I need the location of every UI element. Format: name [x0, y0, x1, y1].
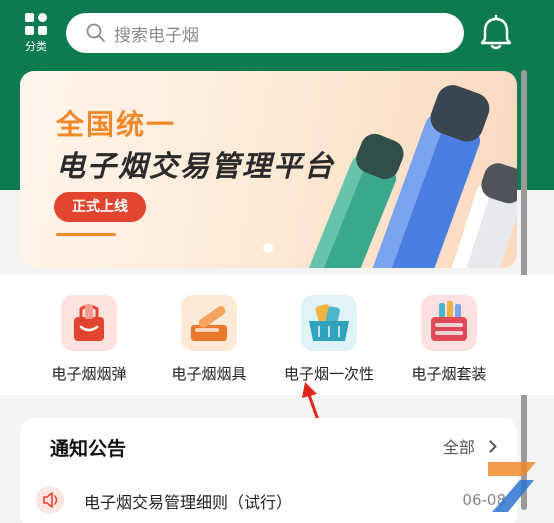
watermark-logo	[488, 462, 536, 512]
cartridge-bag-icon	[61, 295, 117, 351]
banner-badge[interactable]: 正式上线	[54, 192, 146, 222]
category-item-disposable[interactable]: 电子烟一次性	[274, 295, 384, 384]
notice-item[interactable]: 电子烟交易管理细则（试行） 06-08	[36, 486, 506, 514]
category-item-device[interactable]: 电子烟烟具	[154, 295, 264, 384]
notice-panel: 通知公告 全部 电子烟交易管理细则（试行） 06-08	[20, 418, 517, 523]
chevron-right-icon	[484, 440, 497, 453]
vape-pods-illustration	[303, 85, 517, 268]
speaker-icon	[36, 486, 64, 514]
search-placeholder: 搜索电子烟	[114, 25, 199, 46]
category-label: 电子烟烟弹	[51, 365, 127, 383]
carousel-indicator	[263, 243, 273, 253]
category-grid: 电子烟烟弹 电子烟烟具 电子烟一次性 电子烟套装	[0, 275, 554, 395]
kit-box-icon	[421, 295, 477, 351]
top-bar: 分类 搜索电子烟	[0, 0, 554, 70]
notice-item-text: 电子烟交易管理细则（试行）	[84, 493, 293, 512]
device-box-icon	[181, 295, 237, 351]
category-label: 分类	[25, 40, 47, 53]
view-all-label: 全部	[442, 438, 475, 457]
category-label: 电子烟烟具	[171, 365, 247, 383]
category-item-kit[interactable]: 电子烟套装	[394, 295, 504, 384]
notice-title: 通知公告	[50, 438, 127, 460]
disposable-basket-icon	[301, 295, 357, 351]
search-icon	[86, 23, 105, 42]
grid-icon	[25, 13, 47, 35]
bell-icon[interactable]	[478, 14, 514, 52]
promo-banner[interactable]: 全国统一 电子烟交易管理平台 正式上线	[20, 71, 517, 268]
category-label: 电子烟一次性	[283, 365, 374, 383]
search-input[interactable]: 搜索电子烟	[66, 13, 464, 53]
category-label: 电子烟套装	[411, 365, 487, 383]
banner-title-line1: 全国统一	[56, 108, 177, 141]
category-item-cartridge[interactable]: 电子烟烟弹	[34, 295, 144, 384]
banner-underline	[56, 233, 116, 236]
category-button[interactable]: 分类	[14, 8, 58, 60]
